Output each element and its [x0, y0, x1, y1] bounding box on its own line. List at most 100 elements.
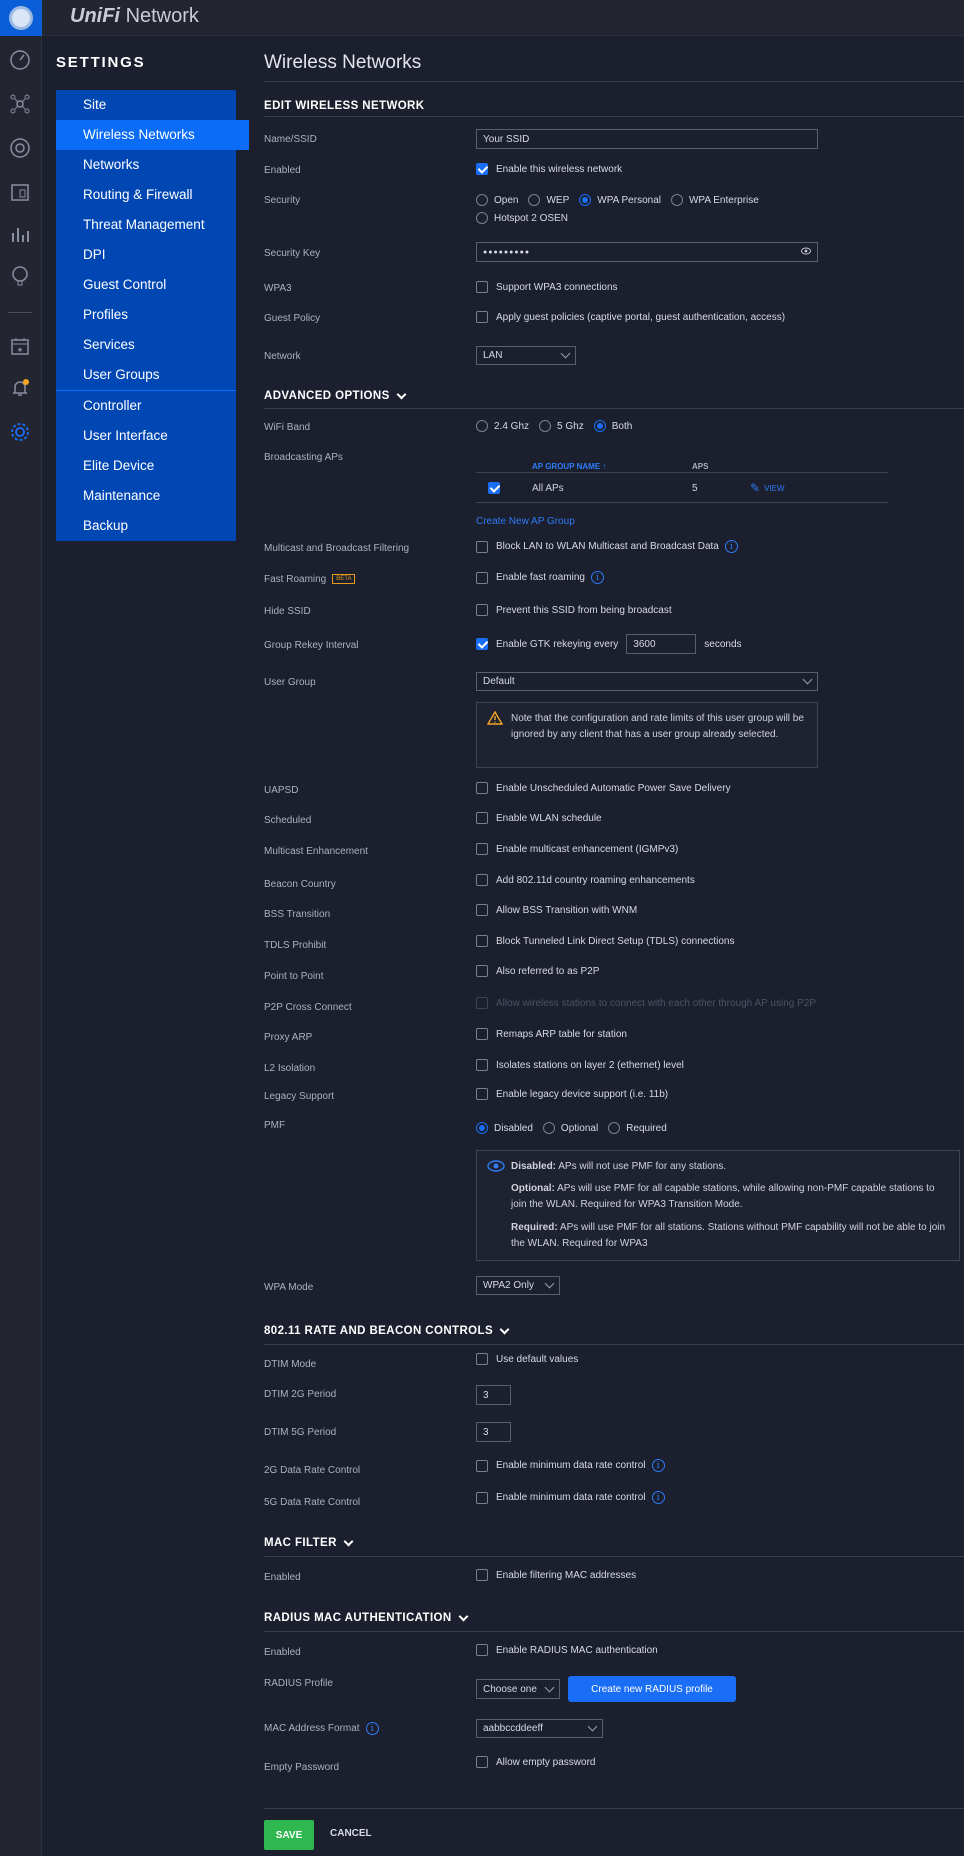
mac-format-select[interactable]: aabbccddeeff	[476, 1719, 603, 1738]
settings-gear-icon[interactable]	[8, 420, 32, 444]
info-icon[interactable]: i	[365, 1722, 379, 1735]
nav-item-maintenance[interactable]: Maintenance	[56, 481, 236, 511]
nav-item-services[interactable]: Services	[56, 330, 236, 360]
scheduled-checkbox[interactable]: Enable WLAN schedule	[476, 812, 602, 824]
radio-pmf-required[interactable]	[608, 1122, 621, 1134]
radio-wep[interactable]	[528, 194, 541, 206]
nav-item-controller[interactable]: Controller	[56, 391, 236, 421]
show-password-eye-icon[interactable]	[801, 247, 811, 257]
nav-item-guest-control[interactable]: Guest Control	[56, 270, 236, 300]
logo-icon	[9, 6, 33, 30]
section-mac-heading[interactable]: MAC FILTER	[264, 1536, 354, 1549]
network-select[interactable]: LAN	[476, 346, 576, 365]
info-icon[interactable]: i	[651, 1459, 665, 1472]
radio-band-24[interactable]	[476, 420, 488, 432]
section-radius-heading[interactable]: RADIUS MAC AUTHENTICATION	[264, 1611, 469, 1624]
section-advanced-heading[interactable]: ADVANCED OPTIONS	[264, 389, 407, 402]
view-aps-link[interactable]: ✎ VIEW	[750, 481, 785, 495]
pencil-icon: ✎	[750, 481, 761, 495]
radio-hotspot-osen[interactable]	[476, 212, 488, 224]
security-key-input[interactable]: ●●●●●●●●●	[476, 242, 818, 262]
dtim-5g-label: DTIM 5G Period	[264, 1427, 337, 1438]
info-icon[interactable]: i	[651, 1491, 665, 1504]
radius-profile-select[interactable]: Choose one	[476, 1679, 560, 1699]
info-icon[interactable]: i	[590, 571, 604, 584]
tdls-prohibit-checkbox[interactable]: Block Tunneled Link Direct Setup (TDLS) …	[476, 935, 734, 947]
radio-band-5[interactable]	[539, 420, 552, 432]
nav-item-networks[interactable]: Networks	[56, 150, 236, 180]
dtim-2g-label: DTIM 2G Period	[264, 1389, 337, 1400]
topology-icon[interactable]	[8, 92, 32, 116]
nav-item-dpi[interactable]: DPI	[56, 240, 236, 270]
nav-item-backup[interactable]: Backup	[56, 511, 236, 541]
group-rekey-label: Group Rekey Interval	[264, 640, 359, 651]
uapsd-checkbox[interactable]: Enable Unscheduled Automatic Power Save …	[476, 782, 731, 794]
fast-roaming-checkbox[interactable]: Enable fast roaming i	[476, 571, 604, 584]
create-radius-profile-button[interactable]: Create new RADIUS profile	[568, 1676, 736, 1702]
chevron-down-icon	[343, 1536, 354, 1546]
dtim-2g-input[interactable]: 3	[476, 1385, 511, 1405]
uapsd-label: UAPSD	[264, 785, 299, 796]
unifi-logo-button[interactable]	[0, 0, 42, 36]
broadcasting-aps-label: Broadcasting APs	[264, 452, 343, 463]
nav-item-user-groups[interactable]: User Groups	[56, 360, 236, 390]
save-button[interactable]: SAVE	[264, 1820, 314, 1850]
nav-item-wireless-networks[interactable]: Wireless Networks	[56, 120, 249, 150]
radius-mac-auth-checkbox[interactable]: Enable RADIUS MAC authentication	[476, 1644, 658, 1656]
radio-band-both[interactable]	[593, 420, 606, 432]
rate-5g-checkbox[interactable]: Enable minimum data rate control i	[476, 1491, 665, 1504]
rekey-interval-input[interactable]: 3600	[626, 634, 697, 654]
settings-title: SETTINGS	[56, 54, 146, 71]
section-rate-heading[interactable]: 802.11 RATE AND BEACON CONTROLS	[264, 1324, 510, 1337]
wpa-mode-select[interactable]: WPA2 Only	[476, 1276, 560, 1295]
chevron-down-icon	[560, 348, 571, 359]
alerts-bell-icon[interactable]	[8, 376, 32, 400]
statistics-icon[interactable]	[8, 222, 32, 246]
nav-item-threat-management[interactable]: Threat Management	[56, 210, 236, 240]
nav-item-site[interactable]: Site	[56, 90, 236, 120]
radio-wpa-personal[interactable]	[579, 194, 592, 206]
dtim-5g-input[interactable]: 3	[476, 1422, 511, 1442]
multicast-enhancement-checkbox[interactable]: Enable multicast enhancement (IGMPv3)	[476, 843, 678, 855]
bss-transition-checkbox[interactable]: Allow BSS Transition with WNM	[476, 904, 637, 916]
proxy-arp-checkbox[interactable]: Remaps ARP table for station	[476, 1028, 627, 1040]
events-calendar-icon[interactable]: ★	[8, 334, 32, 358]
insights-icon[interactable]	[8, 264, 32, 288]
dashboard-icon[interactable]	[8, 48, 32, 72]
nav-item-user-interface[interactable]: User Interface	[56, 421, 236, 451]
nav-item-profiles[interactable]: Profiles	[56, 300, 236, 330]
ssid-input[interactable]: Your SSID	[476, 129, 818, 149]
ap-row-checkbox[interactable]	[488, 482, 500, 494]
beacon-country-checkbox[interactable]: Add 802.11d country roaming enhancements	[476, 874, 695, 886]
nav-item-elite-device[interactable]: Elite Device	[56, 451, 236, 481]
radio-pmf-optional[interactable]	[542, 1122, 555, 1134]
mac-filter-checkbox[interactable]: Enable filtering MAC addresses	[476, 1569, 636, 1581]
user-group-select[interactable]: Default	[476, 672, 818, 691]
radio-pmf-disabled[interactable]	[476, 1122, 488, 1134]
checkbox-icon	[476, 1088, 488, 1100]
mcast-filter-checkbox[interactable]: Block LAN to WLAN Multicast and Broadcas…	[476, 540, 738, 553]
radio-open[interactable]	[476, 194, 488, 206]
nav-item-routing-firewall[interactable]: Routing & Firewall	[56, 180, 236, 210]
info-icon[interactable]: i	[724, 540, 738, 553]
create-ap-group-link[interactable]: Create New AP Group	[476, 516, 575, 527]
devices-icon[interactable]	[8, 136, 32, 160]
wpa3-checkbox[interactable]: Support WPA3 connections	[476, 281, 618, 293]
guest-policy-label: Guest Policy	[264, 313, 321, 324]
col-ap-group-name[interactable]: AP GROUP NAME ↑	[532, 462, 606, 471]
enable-network-checkbox[interactable]: Enable this wireless network	[476, 163, 622, 175]
point-to-point-checkbox[interactable]: Also referred to as P2P	[476, 965, 599, 977]
gtk-rekey-checkbox[interactable]	[476, 638, 488, 650]
empty-password-checkbox[interactable]: Allow empty password	[476, 1756, 595, 1768]
guest-policy-checkbox[interactable]: Apply guest policies (captive portal, gu…	[476, 311, 785, 323]
cancel-button[interactable]: CANCEL	[330, 1828, 372, 1839]
checkbox-icon	[476, 1491, 488, 1504]
legacy-support-checkbox[interactable]: Enable legacy device support (i.e. 11b)	[476, 1088, 668, 1100]
clients-icon[interactable]	[8, 180, 32, 204]
dtim-default-checkbox[interactable]: Use default values	[476, 1353, 578, 1365]
rate-2g-checkbox[interactable]: Enable minimum data rate control i	[476, 1459, 665, 1472]
l2-isolation-checkbox[interactable]: Isolates stations on layer 2 (ethernet) …	[476, 1059, 684, 1071]
hide-ssid-checkbox[interactable]: Prevent this SSID from being broadcast	[476, 604, 672, 616]
radio-wpa-enterprise[interactable]	[670, 194, 683, 206]
section-divider	[264, 1344, 964, 1345]
